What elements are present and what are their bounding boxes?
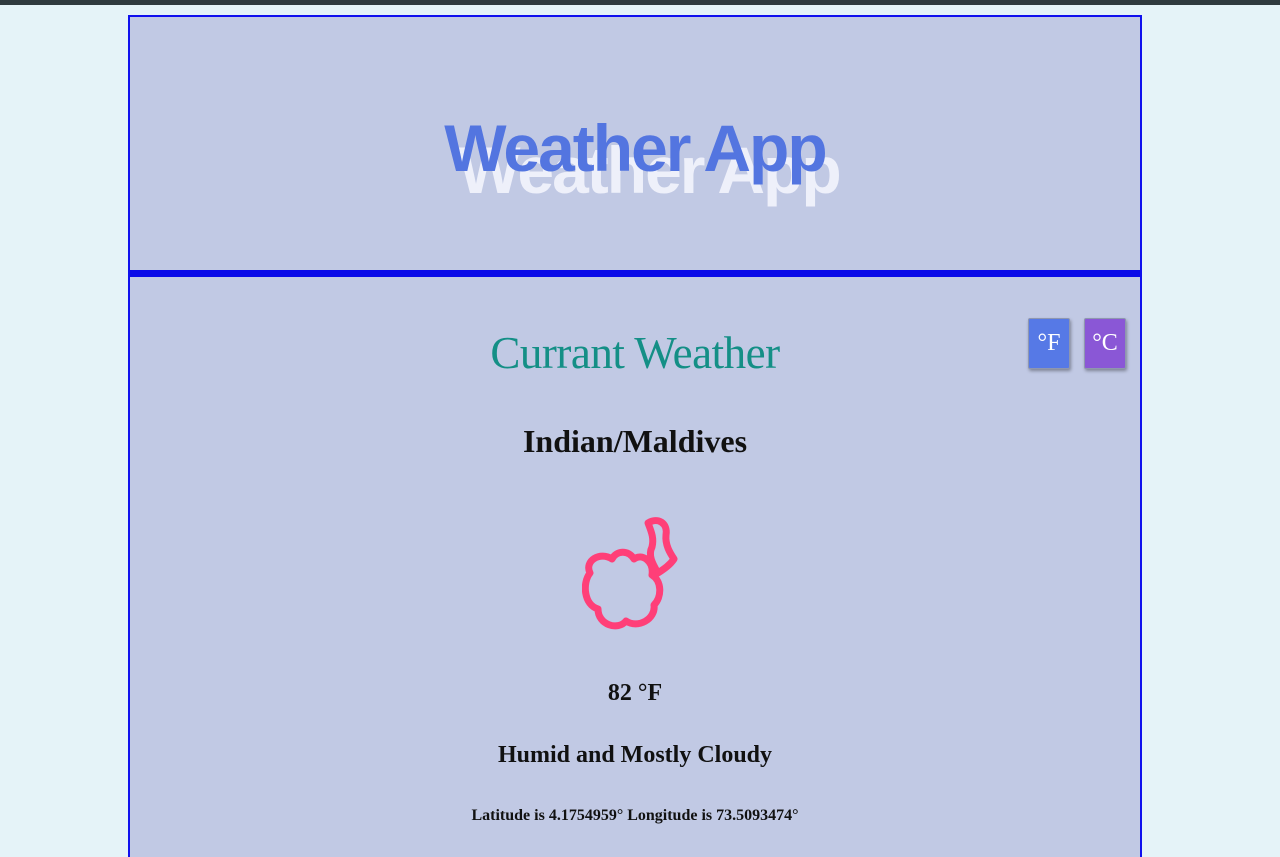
weather-app-container: Weather App Weather App Currant Weather …	[128, 15, 1142, 857]
app-title: Weather App	[444, 111, 827, 185]
app-header: Weather App Weather App	[130, 17, 1140, 270]
header-divider	[130, 270, 1140, 277]
celsius-button[interactable]: °C	[1084, 318, 1126, 369]
coordinates: Latitude is 4.1754959° Longitude is 73.5…	[471, 807, 799, 824]
browser-top-bar	[0, 0, 1280, 5]
fahrenheit-button[interactable]: °F	[1028, 318, 1070, 369]
current-weather-panel: Currant Weather °F °C Indian/Maldives 82…	[130, 277, 1140, 857]
section-title: Currant Weather	[490, 328, 780, 378]
partly-cloudy-night-icon	[582, 517, 678, 630]
location-name: Indian/Maldives	[522, 423, 748, 459]
weather-condition: Humid and Mostly Cloudy	[497, 742, 773, 768]
temperature: 82 °F	[607, 680, 663, 706]
